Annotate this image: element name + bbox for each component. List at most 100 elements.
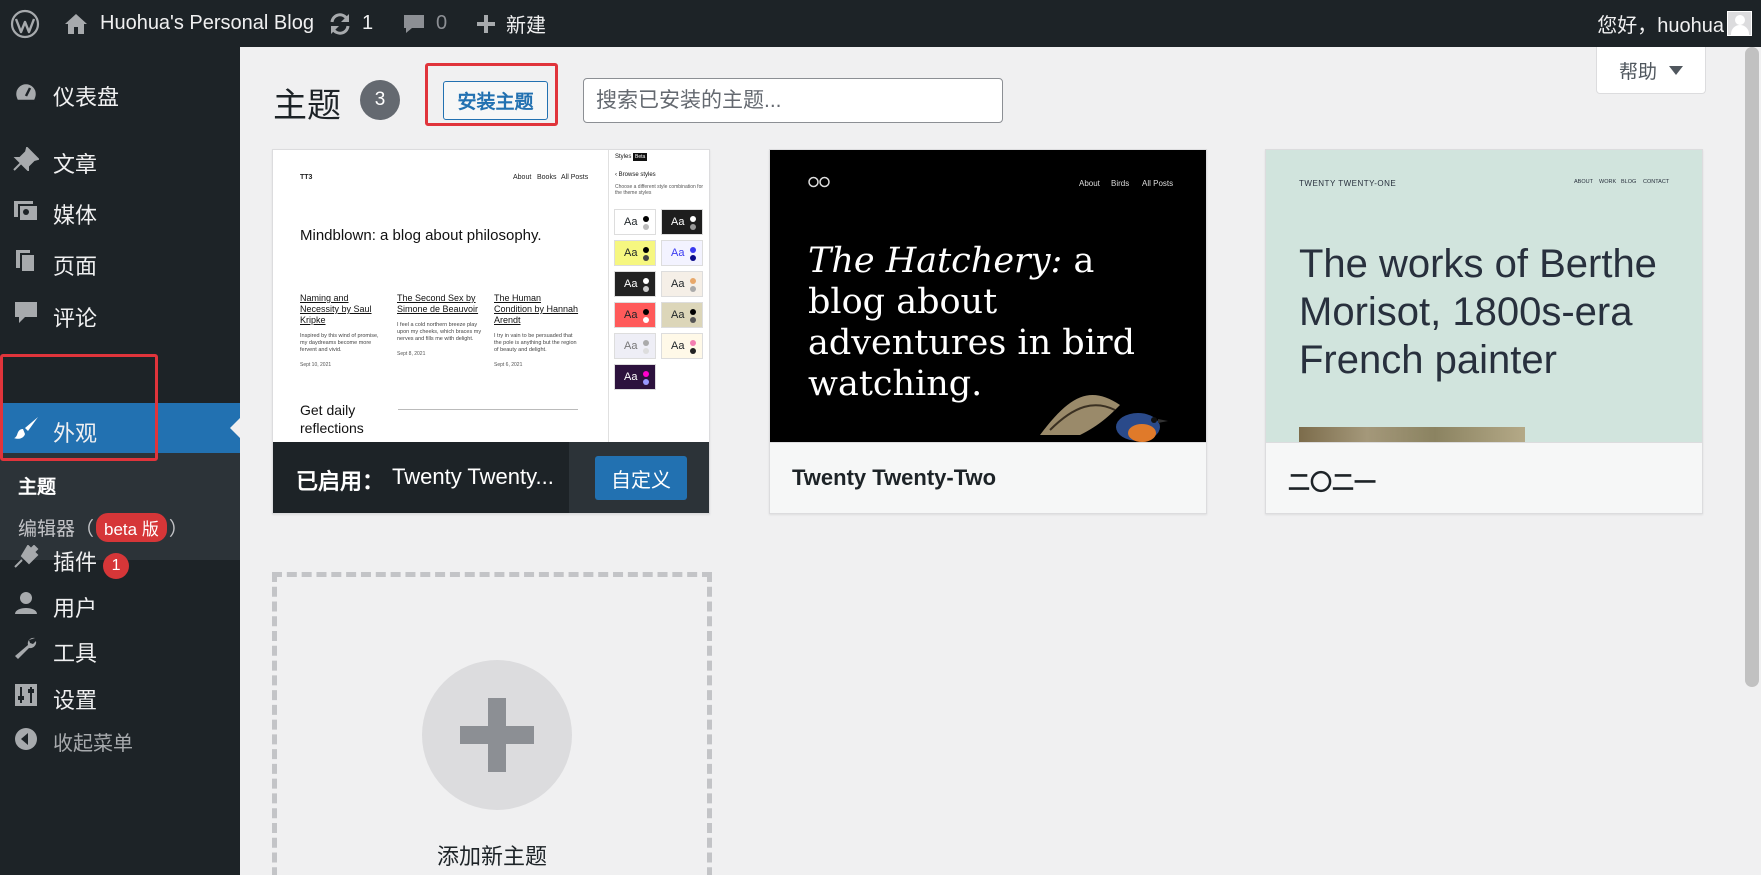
sidebar-item-pages[interactable]: 页面 (0, 238, 240, 284)
preview-post-date: Sept 10, 2021 (300, 362, 332, 368)
bird-illustration-icon (1040, 395, 1168, 442)
theme-card-active[interactable]: TT3 About Books All Posts Mindblown: a b… (272, 149, 710, 514)
style-swatch: Aa (614, 302, 656, 328)
home-icon (65, 13, 87, 34)
preview-panel-subtitle: ‹ Browse styles (615, 172, 656, 178)
sidebar-item-tools[interactable]: 工具 (0, 625, 240, 671)
admin-bar-new[interactable]: 新建 (476, 0, 546, 47)
collapse-menu-button[interactable]: 收起菜单 (0, 716, 240, 762)
tools-icon (15, 637, 37, 659)
theme-screenshot: About Birds All Posts The Hatchery: a bl… (770, 150, 1206, 442)
site-name: Huohua's Personal Blog (100, 12, 314, 34)
theme-search-input[interactable] (583, 78, 1003, 123)
sidebar-item-posts[interactable]: 文章 (0, 136, 240, 182)
sidebar-item-comments[interactable]: 评论 (0, 290, 240, 336)
comment-icon (15, 302, 37, 323)
preview-nav-item: About (513, 174, 532, 181)
preview-post-excerpt: Inspired by this wind of promise, my day… (300, 333, 379, 353)
preview-nav-item: All Posts (1142, 179, 1174, 188)
sidebar-item-label: 插件 1 (53, 545, 130, 579)
preview-headline: The works of Berthe Morisot, 1800s-era F… (1299, 242, 1657, 382)
sidebar-item-settings[interactable]: 设置 (0, 672, 240, 718)
help-button[interactable]: 帮助 (1596, 47, 1706, 94)
preview-post-title: Naming and Necessity by Saul Kripke (300, 293, 372, 325)
style-swatch: Aa (614, 364, 656, 390)
avatar[interactable] (1727, 11, 1752, 36)
preview-post: The Human Condition by Hannah Arendt I t… (494, 293, 579, 371)
sidebar-item-dashboard[interactable]: 仪表盘 (0, 69, 240, 115)
admin-bar-comments[interactable]: 0 (402, 0, 447, 47)
comments-count: 0 (436, 12, 448, 34)
sidebar-item-label: 评论 (53, 306, 98, 331)
sidebar-item-label: 文章 (53, 152, 98, 177)
preview-post-date: Sept 6, 2021 (494, 362, 523, 368)
style-swatch: Aa (661, 209, 703, 235)
active-label: 已启用： (296, 469, 385, 494)
plus-icon (477, 14, 495, 33)
preview-nav-item: About (1079, 179, 1100, 188)
settings-icon (15, 684, 37, 706)
dropdown-arrow-icon (1669, 65, 1683, 75)
style-swatch: Aa (661, 240, 703, 266)
style-swatch: Aa (614, 271, 656, 297)
preview-styles-panel: Styles Beta ‹ Browse styles Choose a dif… (608, 150, 709, 442)
pages-icon (16, 250, 36, 273)
preview-nav-item: WORK (1599, 179, 1617, 185)
sidebar-item-label: 用户 (53, 596, 98, 621)
theme-name: Twenty Twenty-Two (792, 465, 997, 490)
preview-post-title: The Human Condition by Hannah Arendt (494, 293, 579, 325)
add-new-theme-card[interactable]: 添加新主题 (272, 572, 712, 875)
users-icon (15, 592, 37, 614)
preview-site-title: TWENTY TWENTY-ONE (1299, 179, 1397, 188)
theme-screenshot: TWENTY TWENTY-ONE ABOUT WORK BLOG CONTAC… (1266, 150, 1702, 442)
comment-icon (404, 14, 424, 33)
scrollbar-thumb[interactable] (1745, 47, 1759, 687)
preview-post-excerpt: I try in vain to be persuaded that the p… (494, 333, 577, 353)
updates-count: 1 (362, 12, 374, 34)
binoculars-logo-icon (808, 176, 830, 188)
theme-screenshot: TT3 About Books All Posts Mindblown: a b… (273, 150, 709, 442)
sidebar-item-label: 媒体 (53, 203, 98, 228)
sidebar-item-label: 仪表盘 (53, 85, 120, 110)
collapse-icon (15, 728, 37, 750)
admin-bar: Huohua's Personal Blog 1 0 新建 您好，huohua (0, 0, 1761, 47)
theme-card[interactable]: TWENTY TWENTY-ONE ABOUT WORK BLOG CONTAC… (1265, 149, 1703, 514)
admin-bar-updates[interactable]: 1 (328, 0, 373, 47)
page-title: 主题 (273, 87, 341, 125)
style-swatch: Aa (614, 333, 656, 359)
customize-button[interactable]: 自定义 (595, 456, 687, 500)
appearance-highlight-box (0, 354, 158, 461)
theme-bar: Twenty Twenty-Two (770, 442, 1206, 513)
plugins-update-badge: 1 (103, 553, 130, 579)
plus-icon (422, 660, 572, 810)
preview-headline: Mindblown: a blog about philosophy. (300, 227, 542, 244)
greeting: 您好，huohua (1597, 15, 1724, 37)
theme-card[interactable]: About Birds All Posts The Hatchery: a bl… (769, 149, 1207, 514)
preview-nav-item: Books (537, 174, 557, 181)
submenu-item-themes[interactable]: 主题 (18, 472, 56, 499)
style-swatch: Aa (661, 333, 703, 359)
updates-icon (330, 12, 350, 35)
add-new-theme-label: 添加新主题 (436, 844, 547, 869)
help-label: 帮助 (1618, 61, 1657, 83)
wordpress-logo-icon[interactable] (10, 0, 40, 47)
submenu-item-label: 主题 (18, 477, 57, 498)
sidebar-item-plugins[interactable]: 插件 1 (0, 534, 240, 580)
preview-post: The Second Sex by Simone de Beauvoir I f… (397, 293, 482, 360)
admin-sidebar: 仪表盘 文章 媒体 页面 评论 外观 主题 编辑器（ beta 版 ） 插件1 (0, 47, 240, 875)
theme-name: 二〇二一 (1288, 470, 1377, 495)
sidebar-item-users[interactable]: 用户 (0, 580, 240, 626)
admin-bar-account[interactable]: 您好，huohua (1597, 0, 1724, 47)
pin-icon (13, 147, 39, 171)
sidebar-item-label: 工具 (53, 641, 98, 666)
new-label: 新建 (506, 15, 546, 37)
preview-site-title: TT3 (300, 174, 313, 181)
sidebar-item-label: 收起菜单 (53, 733, 133, 755)
active-theme-bar: 已启用： Twenty Twenty... 自定义 (273, 442, 709, 513)
plugins-icon (14, 545, 39, 568)
admin-bar-site-link[interactable]: Huohua's Personal Blog (64, 0, 314, 47)
sidebar-item-media[interactable]: 媒体 (0, 187, 240, 233)
style-swatch: Aa (614, 209, 656, 235)
theme-count-badge: 3 (360, 80, 400, 120)
dashboard-icon (13, 81, 39, 103)
